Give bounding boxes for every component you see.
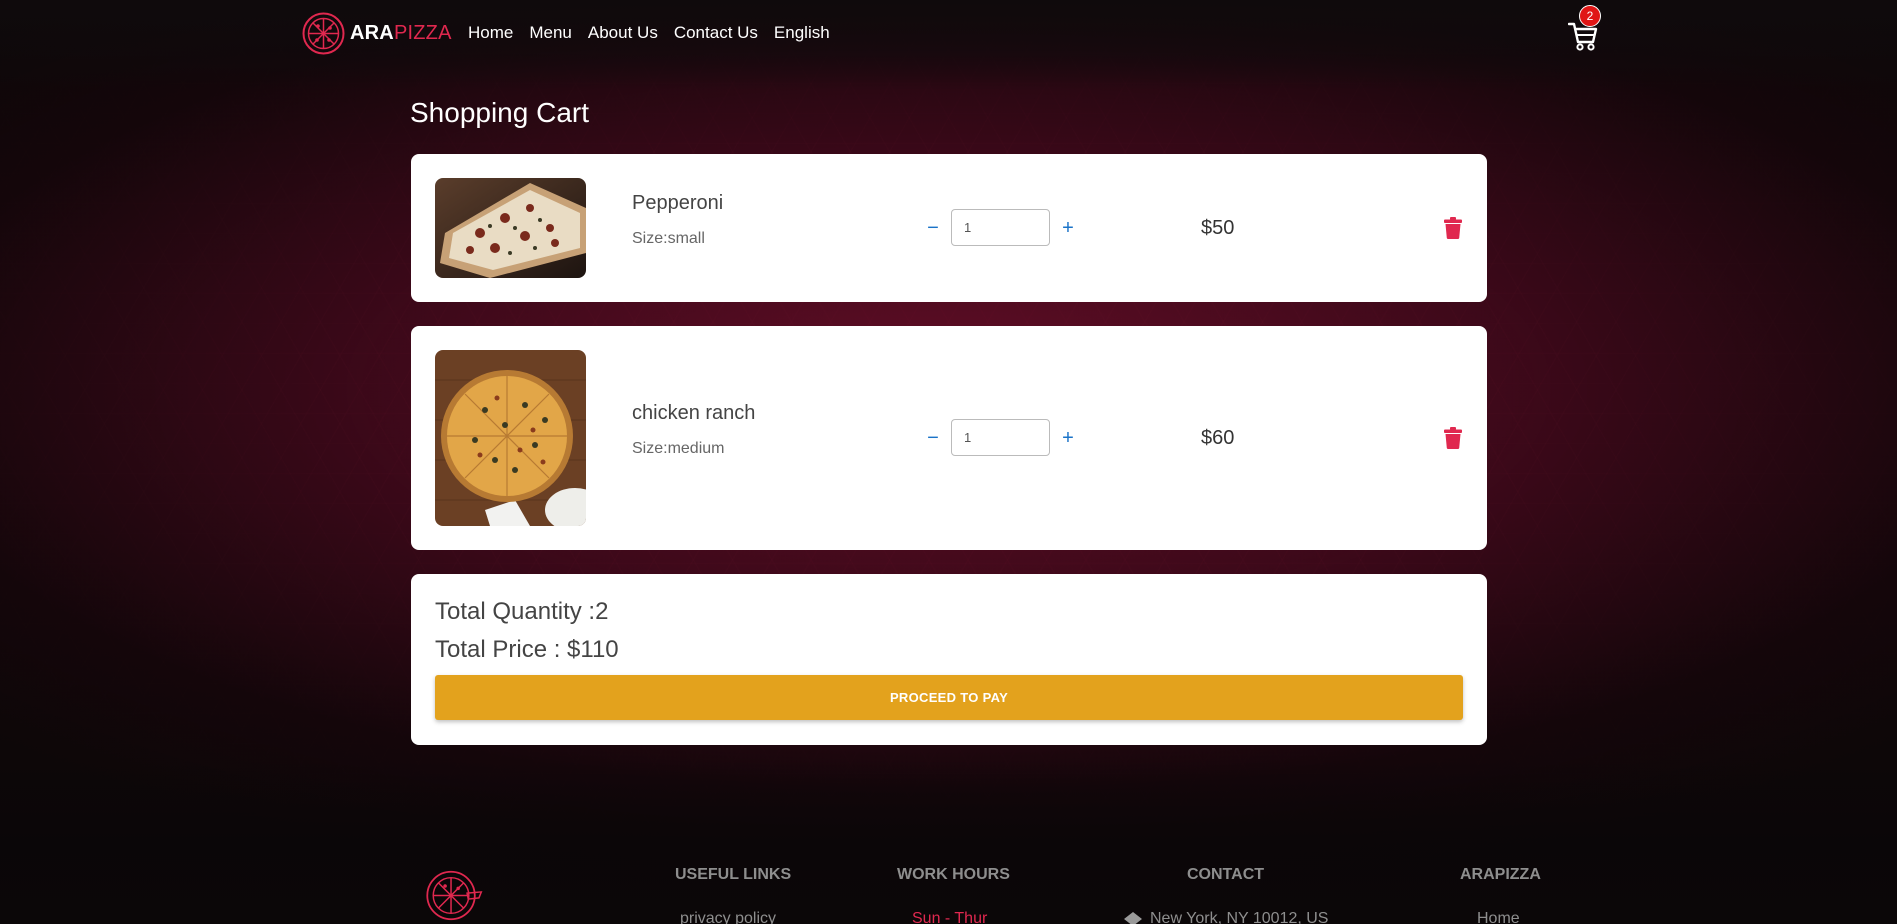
location-icon [1124, 912, 1142, 924]
item-size-label: Size: [632, 440, 668, 457]
item-price: $50 [1201, 217, 1235, 239]
cart-item: chicken ranch Size:medium − 1 + $60 [411, 326, 1487, 550]
chicken-ranch-pizza-image [435, 350, 586, 526]
quantity-input[interactable]: 1 [951, 419, 1050, 456]
footer-heading-useful-links: USEFUL LINKS [675, 866, 792, 883]
trash-icon[interactable] [1444, 217, 1462, 239]
item-name: Pepperoni [632, 192, 724, 214]
cart-item: Pepperoni Size:small − 1 + $50 [411, 154, 1487, 302]
item-size-value: small [667, 230, 705, 247]
item-price: $60 [1201, 427, 1235, 449]
page-title: Shopping Cart [410, 97, 590, 128]
increment-button[interactable]: + [1056, 218, 1080, 238]
decrement-button[interactable]: − [921, 428, 945, 448]
nav-link-home[interactable]: Home [468, 23, 513, 43]
footer-heading-brand: ARAPIZZA [1460, 866, 1541, 883]
footer-pizza-logo-icon [426, 870, 483, 921]
cart-count-badge: 2 [1579, 5, 1601, 27]
pepperoni-pizza-image [435, 178, 586, 278]
quantity-input[interactable]: 1 [951, 209, 1050, 246]
brand-name-part1: ARA [350, 22, 394, 44]
brand-name-part2: PIZZA [393, 22, 452, 44]
footer-address: New York, NY 10012, US [1150, 910, 1329, 924]
item-size-label: Size: [632, 230, 668, 247]
cart-summary: Total Quantity :2 Total Price : $110 PRO… [411, 574, 1487, 745]
footer-heading-work-hours: WORK HOURS [897, 866, 1010, 883]
item-name: chicken ranch [632, 402, 756, 424]
footer-link-privacy[interactable]: privacy policy [680, 910, 776, 924]
total-price: Total Price : $110 [435, 636, 619, 663]
navbar: ARAPIZZA Home Menu About Us Contact Us E… [0, 0, 1897, 66]
quantity-stepper: − 1 + [921, 209, 1080, 246]
brand[interactable]: ARAPIZZA [301, 11, 452, 56]
footer-hours-days: Sun - Thur [912, 910, 988, 924]
footer-heading-contact: CONTACT [1187, 866, 1265, 883]
item-size-value: medium [667, 440, 725, 457]
trash-icon[interactable] [1444, 427, 1462, 449]
nav-link-menu[interactable]: Menu [529, 23, 572, 43]
increment-button[interactable]: + [1056, 428, 1080, 448]
total-quantity: Total Quantity :2 [435, 598, 609, 625]
nav-link-contact[interactable]: Contact Us [674, 23, 758, 43]
nav-links: Home Menu About Us Contact Us English [468, 23, 846, 43]
nav-link-about[interactable]: About Us [588, 23, 658, 43]
proceed-to-pay-button[interactable]: PROCEED TO PAY [435, 675, 1463, 720]
item-size: Size:medium [632, 440, 724, 458]
item-size: Size:small [632, 230, 705, 248]
footer-link-home[interactable]: Home [1477, 910, 1520, 924]
pizza-logo-icon [302, 12, 345, 55]
quantity-stepper: − 1 + [921, 419, 1080, 456]
decrement-button[interactable]: − [921, 218, 945, 238]
brand-name: ARAPIZZA [350, 22, 452, 45]
bottom-shade [0, 760, 1897, 924]
language-selector[interactable]: English [774, 23, 830, 43]
